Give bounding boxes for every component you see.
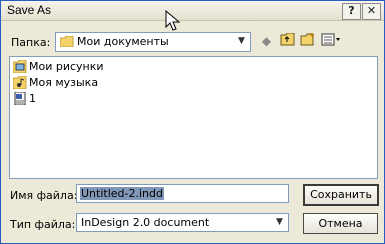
back-button[interactable]: ◆ [258,33,275,49]
chevron-down-icon[interactable]: ▼ [234,34,249,49]
help-icon: ? [348,4,355,17]
window-title: Save As [7,3,52,17]
save-button[interactable]: Сохранить [303,184,379,206]
folder-icon [60,36,74,47]
file-type-label: Тип файла: [10,218,76,231]
new-folder-icon [300,33,314,46]
look-in-label: Папка: [11,36,51,49]
file-name: Мои рисунки [29,60,104,73]
back-arrow-icon: ◆ [261,34,272,48]
file-name-input[interactable]: Untitled-2.indd [76,184,289,203]
document-icon [14,92,26,105]
up-folder-icon [280,32,295,46]
view-menu-icon [321,33,340,46]
close-icon: ✕ [366,4,377,17]
pictures-folder-icon [13,60,27,73]
view-menu-button[interactable] [320,33,342,49]
help-button[interactable]: ? [342,3,361,20]
file-name-label: Имя файла: [10,189,78,202]
file-name-value: Untitled-2.indd [80,187,164,200]
file-type-value: InDesign 2.0 document [81,216,210,229]
title-bar[interactable]: Save As ? ✕ [1,1,384,21]
file-type-select[interactable]: InDesign 2.0 document ▼ [76,213,289,232]
file-name: Моя музыка [29,76,99,89]
up-folder-button[interactable] [279,32,296,49]
look-in-value: Мои документы [77,35,169,48]
save-as-dialog: Save As ? ✕ Папка: Мои документы ▼ ◆ Мои… [0,0,385,244]
file-list[interactable]: Мои рисунки Моя музыка 1 [9,56,378,179]
music-folder-icon [13,76,27,89]
chevron-down-icon[interactable]: ▼ [272,215,287,230]
cancel-button[interactable]: Отмена [303,213,378,234]
mouse-cursor-icon [165,10,181,31]
close-button[interactable]: ✕ [362,3,381,20]
look-in-select[interactable]: Мои документы ▼ [55,32,251,52]
new-folder-button[interactable] [299,33,316,49]
file-name: 1 [29,92,36,105]
